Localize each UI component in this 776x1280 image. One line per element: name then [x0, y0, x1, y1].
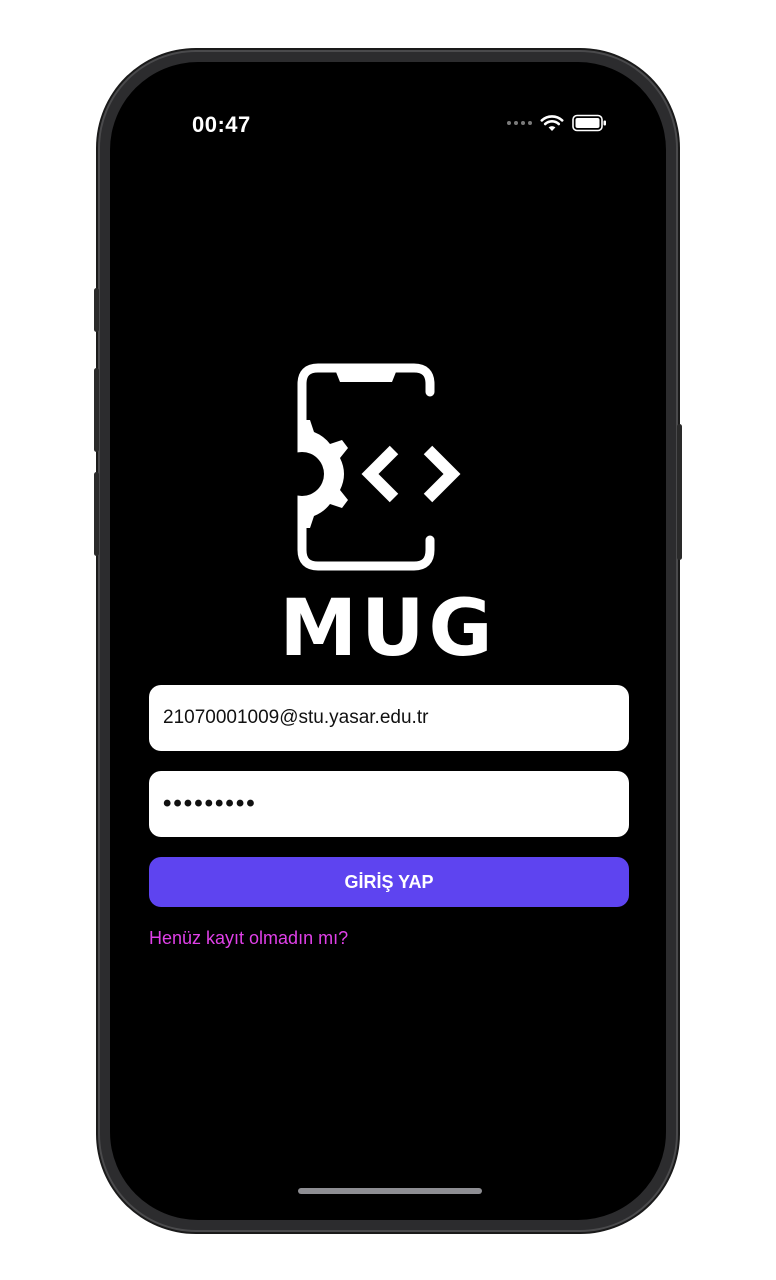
email-field[interactable] — [149, 685, 629, 751]
volume-up-button — [94, 368, 99, 452]
brand-title: MUG — [279, 584, 497, 674]
action-button — [94, 288, 99, 332]
password-input[interactable] — [163, 790, 615, 818]
email-input[interactable] — [163, 707, 615, 729]
power-button — [677, 424, 682, 560]
dynamic-island — [308, 98, 468, 142]
login-button[interactable]: GİRİŞ YAP — [149, 857, 629, 907]
app-screen: 00:47 MUG 21070001009@stu.yasar.edu.tr G… — [110, 62, 666, 1220]
register-link[interactable]: Henüz kayıt olmadın mı? — [149, 928, 348, 949]
cellular-signal-icon — [507, 121, 532, 125]
password-field[interactable] — [149, 771, 629, 837]
battery-icon — [572, 114, 606, 132]
volume-down-button — [94, 472, 99, 556]
wifi-icon — [540, 115, 564, 131]
home-indicator — [298, 1188, 482, 1194]
phone-frame: 00:47 MUG 21070001009@stu.yasar.edu.tr G… — [94, 52, 682, 1230]
status-indicators — [507, 114, 608, 132]
status-time: 00:47 — [192, 112, 251, 137]
